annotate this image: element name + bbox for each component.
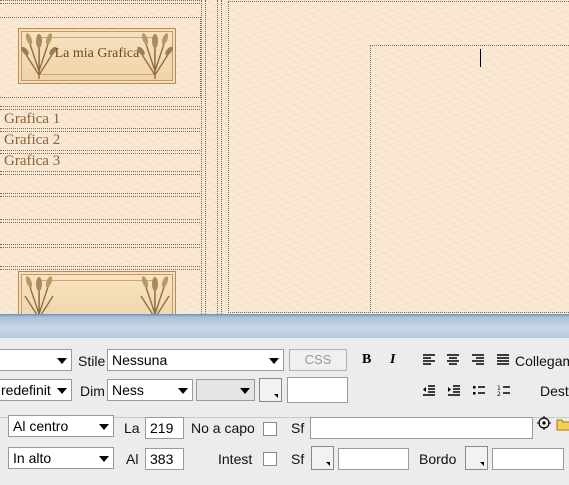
unordered-list-icon[interactable] xyxy=(471,383,487,399)
title-banner: La mia Grafica xyxy=(18,28,176,84)
nowrap-checkbox[interactable] xyxy=(263,422,277,436)
row-divider xyxy=(0,266,200,270)
vertical-align-dropdown[interactable]: In alto xyxy=(8,447,114,469)
align-right-icon[interactable] xyxy=(470,352,486,368)
text-color-picker[interactable] xyxy=(259,378,282,402)
background-color-label: Sf xyxy=(291,451,305,467)
css-button[interactable]: CSS xyxy=(289,349,347,371)
row-divider xyxy=(0,106,200,110)
height-label: Al xyxy=(126,451,139,467)
column-divider xyxy=(217,0,222,314)
background-color-picker[interactable] xyxy=(311,446,334,470)
border-label: Bordo xyxy=(419,451,457,467)
background-label: Sf xyxy=(291,420,305,436)
chevron-down-icon xyxy=(178,388,188,394)
chevron-down-icon xyxy=(326,462,330,466)
background-field[interactable] xyxy=(310,417,533,439)
vertical-align-value: In alto xyxy=(13,450,52,466)
nowrap-label: No a capo xyxy=(191,420,255,436)
panel-title-bar[interactable] xyxy=(0,314,569,338)
nav-link-grafica-2[interactable]: Grafica 2 xyxy=(4,132,60,149)
row-divider xyxy=(0,171,200,175)
chevron-down-icon xyxy=(274,394,278,398)
nav-link-grafica-1[interactable]: Grafica 1 xyxy=(4,111,60,128)
height-field[interactable]: 383 xyxy=(145,448,184,470)
border-color-field[interactable] xyxy=(492,448,564,470)
header-checkbox[interactable] xyxy=(263,452,277,466)
bold-button[interactable]: B xyxy=(362,352,371,368)
row-divider xyxy=(0,219,200,223)
chevron-down-icon xyxy=(480,462,484,466)
link-label: Collegam xyxy=(515,353,569,369)
style-dropdown[interactable]: Nessuna xyxy=(107,349,284,371)
row-divider xyxy=(0,244,200,248)
row-divider xyxy=(0,0,200,4)
svg-text:2: 2 xyxy=(497,391,501,398)
row-divider xyxy=(0,193,200,197)
background-color-field[interactable] xyxy=(338,448,409,470)
italic-button[interactable]: I xyxy=(390,352,395,368)
folder-icon[interactable] xyxy=(556,416,569,432)
align-left-icon[interactable] xyxy=(421,352,437,368)
size-unit-dropdown[interactable] xyxy=(196,379,255,401)
size-dropdown[interactable]: Ness xyxy=(107,379,193,401)
chevron-down-icon xyxy=(269,358,279,364)
font-value: redefinit xyxy=(1,382,51,398)
chevron-down-icon xyxy=(99,424,109,430)
indent-icon[interactable] xyxy=(446,383,462,399)
style-value: Nessuna xyxy=(112,352,168,368)
style-label: Stile xyxy=(78,353,106,369)
outdent-icon[interactable] xyxy=(421,383,437,399)
size-value: Ness xyxy=(112,382,144,398)
nav-link-grafica-3[interactable]: Grafica 3 xyxy=(4,153,60,170)
point-to-file-icon[interactable] xyxy=(536,415,552,431)
chevron-down-icon xyxy=(57,388,67,394)
width-label: La xyxy=(124,420,140,436)
wheat-icon xyxy=(140,276,170,314)
column-divider xyxy=(201,0,206,314)
align-center-icon[interactable] xyxy=(445,352,461,368)
text-cursor xyxy=(480,49,481,67)
format-dropdown[interactable] xyxy=(0,349,72,371)
horizontal-align-dropdown[interactable]: Al centro xyxy=(8,415,114,437)
header-label: Intest xyxy=(218,451,253,467)
chevron-down-icon xyxy=(57,358,67,364)
design-view[interactable]: La mia Grafica Grafica 1 Grafica 2 Grafi… xyxy=(0,0,569,314)
content-cell[interactable] xyxy=(370,45,569,314)
horizontal-align-value: Al centro xyxy=(13,418,69,434)
justify-icon[interactable] xyxy=(495,352,511,368)
border-color-picker[interactable] xyxy=(465,446,488,470)
bottom-banner xyxy=(18,271,176,314)
chevron-down-icon xyxy=(240,388,250,394)
banner-title: La mia Grafica xyxy=(54,46,140,61)
width-field[interactable]: 219 xyxy=(145,417,184,439)
wheat-icon xyxy=(24,276,54,314)
target-label: Dest xyxy=(540,383,569,399)
size-label: Dim xyxy=(80,383,105,399)
ordered-list-icon[interactable]: 12 xyxy=(496,383,512,399)
font-dropdown[interactable]: redefinit xyxy=(0,379,72,401)
chevron-down-icon xyxy=(99,456,109,462)
text-color-field[interactable] xyxy=(287,377,348,403)
